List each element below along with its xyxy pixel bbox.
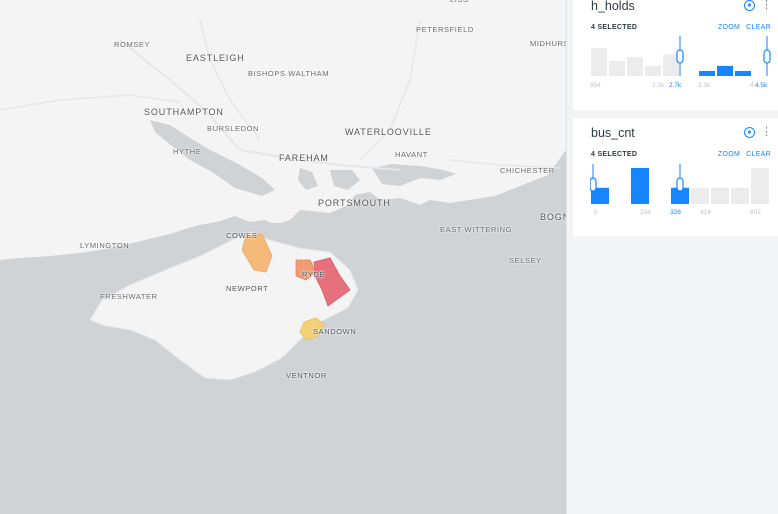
- place-label: BISHOPS WALTHAM: [248, 69, 330, 78]
- histogram-tick: 954: [590, 82, 601, 89]
- place-label: CHICHESTER: [500, 166, 555, 175]
- color-drop-icon[interactable]: ●: [744, 0, 755, 11]
- place-label: FAREHAM: [279, 153, 329, 163]
- place-label: COWES: [226, 231, 258, 240]
- histogram-bar[interactable]: [691, 187, 709, 204]
- range-handle[interactable]: [676, 177, 684, 192]
- selected-count: 4 SELECTED: [591, 151, 638, 158]
- histogram-tick: 3.3k: [698, 82, 711, 89]
- selected-count: 4 SELECTED: [591, 24, 638, 31]
- place-label: WATERLOOVILLE: [345, 127, 432, 137]
- zoom-button[interactable]: ZOOM: [718, 24, 740, 31]
- histogram-bar[interactable]: [751, 168, 769, 204]
- place-label: MIDHURST: [530, 39, 566, 48]
- place-label: HAVANT: [395, 150, 428, 159]
- range-handle[interactable]: [763, 49, 771, 64]
- histogram-axis: 0 234 326 418 602: [590, 209, 770, 219]
- histogram-bar[interactable]: [631, 168, 649, 204]
- histogram-tick: 2.1k: [652, 82, 665, 89]
- histogram-bar[interactable]: [699, 71, 715, 76]
- histogram-bar[interactable]: [731, 187, 749, 204]
- widget-icons: ● ⋮: [744, 0, 772, 11]
- place-label: BURSLEDON: [207, 124, 260, 133]
- widget-bus-cnt: bus_cnt ● ⋮ 4 SELECTED ZOOM CLEAR 0 234 32…: [573, 118, 778, 236]
- more-options-icon[interactable]: ⋮: [761, 0, 772, 11]
- histogram-bar[interactable]: [717, 65, 733, 76]
- place-label: BOGN: [540, 212, 566, 222]
- histogram-bar[interactable]: [591, 47, 607, 76]
- more-options-icon[interactable]: ⋮: [761, 127, 772, 138]
- histogram[interactable]: [590, 36, 772, 80]
- widget-actions: ZOOM CLEAR: [718, 151, 771, 158]
- place-label: SANDOWN: [313, 327, 357, 336]
- place-label: VENTNOR: [286, 371, 327, 380]
- histogram-axis: 954 2.1k 2.7k 3.3k 4 4.5k: [590, 82, 770, 92]
- place-label: EASTLEIGH: [186, 53, 245, 63]
- histogram-bar[interactable]: [609, 60, 625, 76]
- histogram-tick: 4.5k: [755, 82, 768, 89]
- histogram-tick: 234: [640, 209, 651, 216]
- widget-title: h_holds: [591, 0, 635, 13]
- place-label: FRESHWATER: [100, 292, 158, 301]
- place-label: RYDE: [302, 270, 326, 279]
- histogram-tick: 2.7k: [669, 82, 682, 89]
- clear-button[interactable]: CLEAR: [746, 151, 771, 158]
- place-label: PORTSMOUTH: [318, 198, 391, 208]
- place-label: EAST WITTERING: [440, 225, 513, 234]
- widget-actions: ZOOM CLEAR: [718, 24, 771, 31]
- place-label: LISS: [450, 0, 469, 4]
- color-drop-icon[interactable]: ●: [744, 127, 755, 138]
- widget-title: bus_cnt: [591, 126, 635, 140]
- place-label: HYTHE: [173, 147, 202, 156]
- histogram-bar[interactable]: [645, 65, 661, 76]
- clear-button[interactable]: CLEAR: [746, 24, 771, 31]
- histogram[interactable]: [590, 164, 772, 208]
- histogram-tick: 4: [750, 82, 754, 89]
- place-label: LYMINGTON: [80, 241, 130, 250]
- place-label: NEWPORT: [226, 284, 269, 293]
- histogram-bar[interactable]: [735, 71, 751, 76]
- histogram-bar[interactable]: [711, 187, 729, 204]
- histogram-tick: 602: [750, 209, 761, 216]
- map-view[interactable]: LISS ROMSEY EASTLEIGH PETERSFIELD MIDHURST BI…: [0, 0, 566, 514]
- place-label: ROMSEY: [114, 40, 151, 49]
- zoom-button[interactable]: ZOOM: [718, 151, 740, 158]
- place-label: SOUTHAMPTON: [144, 107, 224, 117]
- app-root: LISS ROMSEY EASTLEIGH PETERSFIELD MIDHURST BI…: [0, 0, 778, 514]
- histogram-tick: 0: [594, 209, 598, 216]
- place-label: PETERSFIELD: [416, 25, 474, 34]
- histogram-bar[interactable]: [627, 56, 643, 76]
- range-handle[interactable]: [676, 49, 684, 64]
- range-handle[interactable]: [590, 177, 597, 192]
- place-label: SELSEY: [509, 256, 542, 265]
- histogram-tick: 418: [700, 209, 711, 216]
- widget-h-holds: h_holds ● ⋮ 4 SELECTED ZOOM CLEAR 954 2.1…: [573, 0, 778, 110]
- widget-icons: ● ⋮: [744, 127, 772, 138]
- histogram-tick: 326: [670, 209, 681, 216]
- widgets-panel: h_holds ● ⋮ 4 SELECTED ZOOM CLEAR 954 2.1…: [566, 0, 778, 514]
